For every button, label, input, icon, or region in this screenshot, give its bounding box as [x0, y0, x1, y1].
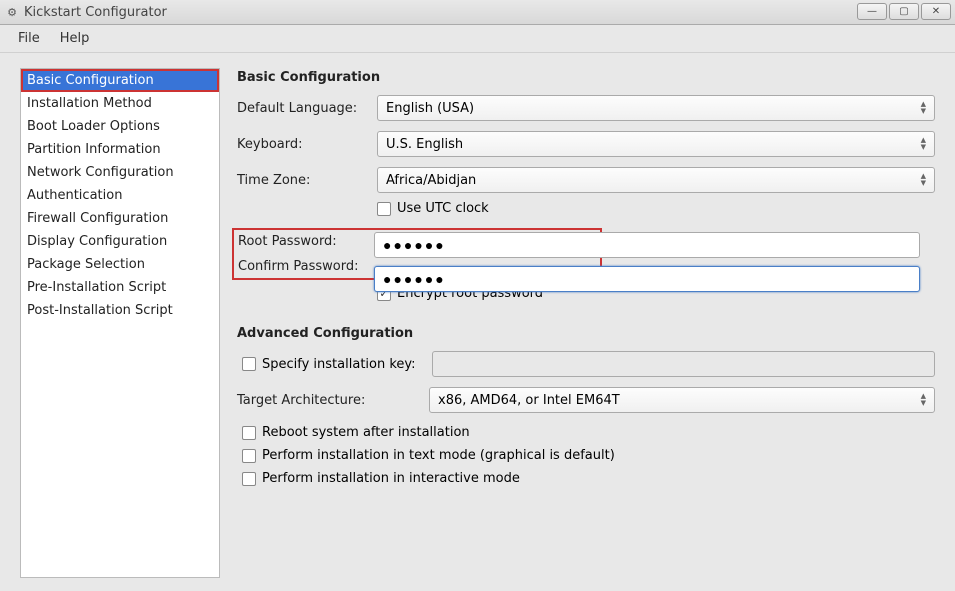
reboot-label: Reboot system after installation [262, 425, 470, 440]
use-utc-label: Use UTC clock [397, 201, 489, 216]
timezone-row: Time Zone: Africa/Abidjan ▲▼ [237, 167, 935, 193]
sidebar-item-authentication[interactable]: Authentication [21, 184, 219, 207]
confirm-password-label: Confirm Password: [238, 259, 373, 274]
sidebar-item-package-selection[interactable]: Package Selection [21, 253, 219, 276]
text-mode-label: Perform installation in text mode (graph… [262, 448, 615, 463]
password-highlight-box: Root Password: Confirm Password: ●●●●●● … [232, 228, 602, 280]
default-language-row: Default Language: English (USA) ▲▼ [237, 95, 935, 121]
root-password-label: Root Password: [238, 234, 373, 249]
window-body: Basic Configuration Installation Method … [0, 53, 955, 591]
sidebar-item-post-installation-script[interactable]: Post-Installation Script [21, 299, 219, 322]
sidebar-item-installation-method[interactable]: Installation Method [21, 92, 219, 115]
updown-icon: ▲▼ [921, 101, 926, 115]
sidebar: Basic Configuration Installation Method … [20, 68, 220, 578]
specify-key-checkbox[interactable] [242, 357, 256, 371]
updown-icon: ▲▼ [921, 137, 926, 151]
specify-key-label: Specify installation key: [262, 357, 432, 372]
interactive-checkbox[interactable] [242, 472, 256, 486]
keyboard-label: Keyboard: [237, 137, 377, 152]
app-icon: ⚙ [5, 5, 19, 19]
sidebar-item-partition-information[interactable]: Partition Information [21, 138, 219, 161]
reboot-row: Reboot system after installation [242, 425, 935, 440]
sidebar-item-firewall-configuration[interactable]: Firewall Configuration [21, 207, 219, 230]
titlebar: ⚙ Kickstart Configurator — ▢ ✕ [0, 0, 955, 25]
text-mode-checkbox[interactable] [242, 449, 256, 463]
sidebar-item-pre-installation-script[interactable]: Pre-Installation Script [21, 276, 219, 299]
keyboard-row: Keyboard: U.S. English ▲▼ [237, 131, 935, 157]
text-mode-row: Perform installation in text mode (graph… [242, 448, 935, 463]
menubar: File Help [0, 25, 955, 53]
menu-help[interactable]: Help [50, 27, 100, 50]
sidebar-item-display-configuration[interactable]: Display Configuration [21, 230, 219, 253]
close-button[interactable]: ✕ [921, 3, 951, 20]
advanced-config-heading: Advanced Configuration [237, 326, 935, 341]
minimize-button[interactable]: — [857, 3, 887, 20]
target-arch-label: Target Architecture: [237, 393, 429, 408]
basic-config-heading: Basic Configuration [237, 70, 935, 85]
use-utc-row: Use UTC clock [377, 201, 935, 216]
specify-key-row: Specify installation key: [237, 351, 935, 377]
target-arch-combo[interactable]: x86, AMD64, or Intel EM64T ▲▼ [429, 387, 935, 413]
sidebar-item-boot-loader-options[interactable]: Boot Loader Options [21, 115, 219, 138]
updown-icon: ▲▼ [921, 393, 926, 407]
window-controls: — ▢ ✕ [857, 3, 951, 20]
sidebar-item-network-configuration[interactable]: Network Configuration [21, 161, 219, 184]
timezone-combo[interactable]: Africa/Abidjan ▲▼ [377, 167, 935, 193]
updown-icon: ▲▼ [921, 173, 926, 187]
content-panel: Basic Configuration Default Language: En… [225, 68, 945, 581]
target-arch-value: x86, AMD64, or Intel EM64T [438, 393, 620, 408]
keyboard-value: U.S. English [386, 137, 463, 152]
keyboard-combo[interactable]: U.S. English ▲▼ [377, 131, 935, 157]
root-password-input[interactable]: ●●●●●● [374, 232, 920, 258]
default-language-label: Default Language: [237, 101, 377, 116]
default-language-value: English (USA) [386, 101, 474, 116]
interactive-label: Perform installation in interactive mode [262, 471, 520, 486]
target-arch-row: Target Architecture: x86, AMD64, or Inte… [237, 387, 935, 413]
menu-file[interactable]: File [8, 27, 50, 50]
default-language-combo[interactable]: English (USA) ▲▼ [377, 95, 935, 121]
interactive-row: Perform installation in interactive mode [242, 471, 935, 486]
sidebar-item-basic-configuration[interactable]: Basic Configuration [21, 69, 219, 92]
timezone-value: Africa/Abidjan [386, 173, 476, 188]
window-title: Kickstart Configurator [24, 5, 167, 20]
installation-key-input[interactable] [432, 351, 935, 377]
maximize-button[interactable]: ▢ [889, 3, 919, 20]
confirm-password-input[interactable]: ●●●●●● [374, 266, 920, 292]
use-utc-checkbox[interactable] [377, 202, 391, 216]
timezone-label: Time Zone: [237, 173, 377, 188]
reboot-checkbox[interactable] [242, 426, 256, 440]
